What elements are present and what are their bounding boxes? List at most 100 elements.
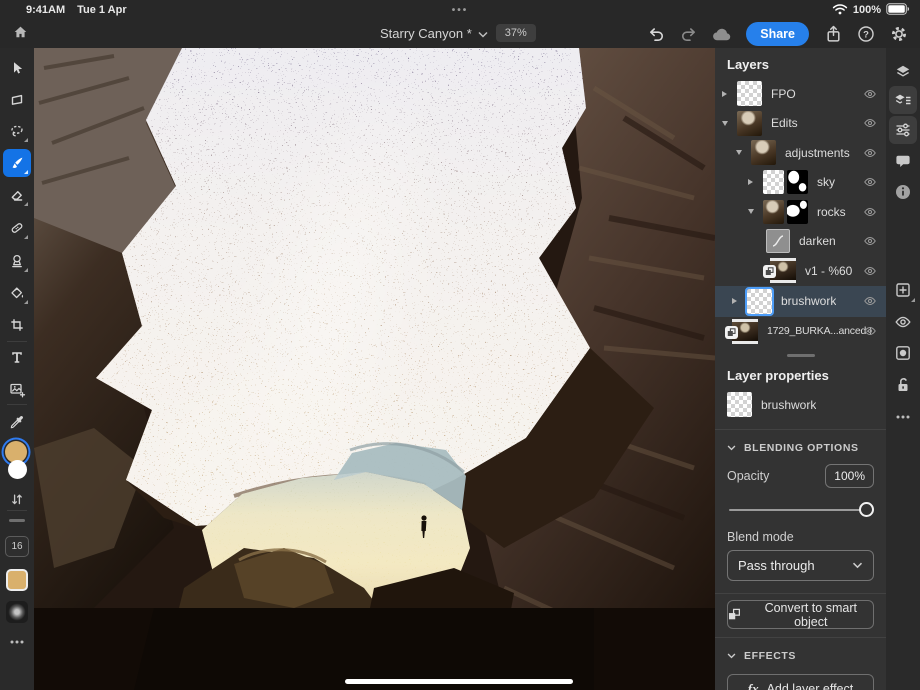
smart-object-badge-icon	[763, 265, 776, 278]
share-button[interactable]: Share	[746, 22, 809, 46]
layer-row-v1[interactable]: v1 - %60	[715, 256, 886, 286]
cloud-sync-icon[interactable]	[709, 22, 735, 46]
more-options-icon[interactable]	[889, 403, 917, 431]
comments-icon[interactable]	[889, 147, 917, 175]
move-tool[interactable]	[3, 54, 31, 82]
layer-row-rocks[interactable]: rocks	[715, 197, 886, 227]
opacity-slider[interactable]	[729, 502, 872, 518]
app-toolbar: Starry Canyon * 37% Share ?	[0, 20, 920, 48]
visibility-eye-icon[interactable]	[862, 323, 878, 339]
layer-row-adjustments[interactable]: adjustments	[715, 138, 886, 168]
layer-thumbnail	[727, 392, 752, 417]
brush-size-badge[interactable]: 16	[5, 536, 29, 557]
opacity-label: Opacity	[727, 469, 769, 483]
unlock-icon[interactable]	[889, 371, 917, 399]
visibility-eye-icon[interactable]	[862, 293, 878, 309]
place-photo-tool[interactable]	[3, 375, 31, 403]
eraser-tool[interactable]	[3, 181, 31, 209]
lasso-tool[interactable]	[3, 117, 31, 145]
help-button[interactable]: ?	[853, 22, 879, 46]
disclosure-collapsed-icon[interactable]	[748, 179, 758, 185]
opacity-value-field[interactable]: 100%	[825, 464, 874, 488]
add-layer-button[interactable]	[889, 276, 917, 304]
layer-mask-thumbnail	[787, 200, 808, 224]
undo-button[interactable]	[643, 22, 669, 46]
layers-panel-title: Layers	[715, 48, 886, 79]
layer-row-fpo[interactable]: FPO	[715, 79, 886, 109]
disclosure-collapsed-icon[interactable]	[722, 91, 732, 97]
starry-canyon-image	[34, 48, 715, 690]
eyedropper-tool[interactable]	[3, 408, 31, 436]
tool-rail: 16	[0, 48, 34, 690]
disclosure-expanded-icon[interactable]	[736, 150, 746, 155]
photoshop-ipad-app: 9:41AM Tue 1 Apr ••• 100% Starry Canyon …	[0, 0, 920, 690]
convert-to-smart-object-button[interactable]: Convert to smart object	[727, 600, 874, 629]
swap-colors-button[interactable]	[3, 485, 31, 513]
clone-stamp-tool[interactable]	[3, 247, 31, 275]
chevron-down-icon	[727, 445, 736, 451]
background-color-swatch[interactable]	[8, 460, 27, 479]
fx-icon: fx	[748, 681, 759, 690]
visibility-eye-icon[interactable]	[862, 145, 878, 161]
battery-percent: 100%	[853, 4, 881, 16]
crop-tool[interactable]	[3, 311, 31, 339]
visibility-eye-icon[interactable]	[862, 86, 878, 102]
blend-mode-dropdown[interactable]: Pass through	[727, 550, 874, 581]
smart-object-thumbnail	[732, 319, 758, 344]
type-tool[interactable]	[3, 343, 31, 371]
brush-tip-preview[interactable]	[6, 601, 28, 623]
disclosure-expanded-icon[interactable]	[748, 209, 758, 214]
visibility-eye-icon[interactable]	[862, 204, 878, 220]
layer-row-brushwork[interactable]: brushwork	[715, 286, 886, 317]
status-more-icon: •••	[0, 5, 920, 16]
disclosure-collapsed-icon[interactable]	[732, 298, 742, 304]
home-indicator[interactable]	[345, 679, 573, 684]
home-button[interactable]	[8, 23, 32, 45]
layer-row-1729[interactable]: 1729_BURKA...anced-NR33	[715, 317, 886, 347]
blending-options-header[interactable]: BLENDING OPTIONS	[715, 434, 886, 460]
home-icon	[12, 24, 29, 45]
redo-button[interactable]	[676, 22, 702, 46]
transform-tool[interactable]	[3, 86, 31, 114]
visibility-eye-icon[interactable]	[862, 115, 878, 131]
effects-header[interactable]: EFFECTS	[715, 642, 886, 668]
layer-mask-icon[interactable]	[889, 339, 917, 367]
battery-icon	[886, 3, 910, 18]
smart-object-icon	[728, 608, 741, 621]
add-layer-effect-button[interactable]: fx Add layer effect	[727, 674, 874, 690]
layers-panel: Layers FPO Edits adjustments sky	[715, 48, 886, 690]
layer-mask-thumbnail	[787, 170, 808, 194]
layer-properties-view-icon[interactable]	[889, 86, 917, 114]
visibility-eye-icon[interactable]	[862, 263, 878, 279]
smart-object-thumbnail	[770, 258, 796, 283]
healing-brush-tool[interactable]	[3, 214, 31, 242]
layer-row-sky[interactable]: sky	[715, 168, 886, 198]
opacity-slider-knob[interactable]	[859, 502, 874, 517]
layer-row-darken[interactable]: darken	[715, 227, 886, 257]
settings-gear-icon[interactable]	[886, 22, 912, 46]
visibility-eye-icon[interactable]	[862, 174, 878, 190]
adjustments-sliders-icon[interactable]	[889, 116, 917, 144]
document-title[interactable]: Starry Canyon *	[380, 26, 488, 41]
layer-properties-title: Layer properties	[715, 359, 886, 390]
export-icon[interactable]	[820, 22, 846, 46]
zoom-level-badge[interactable]: 37%	[496, 24, 536, 42]
visibility-eye-icon[interactable]	[862, 233, 878, 249]
panel-resize-handle[interactable]	[787, 354, 815, 357]
brush-color-swatch[interactable]	[6, 569, 28, 591]
tool-options-more-icon[interactable]	[3, 628, 31, 656]
layer-visibility-icon[interactable]	[889, 308, 917, 336]
chevron-down-icon	[478, 26, 488, 41]
selected-layer-thumbnail	[747, 289, 772, 314]
document-canvas[interactable]	[34, 48, 715, 690]
wifi-icon	[832, 3, 848, 18]
blend-mode-label: Blend mode	[715, 522, 886, 550]
brush-tool[interactable]	[3, 149, 31, 177]
layers-view-icon[interactable]	[889, 58, 917, 86]
toolbar-collapse-handle[interactable]	[9, 519, 25, 522]
fill-tool[interactable]	[3, 279, 31, 307]
opacity-slider-track	[729, 509, 872, 511]
layer-row-edits[interactable]: Edits	[715, 109, 886, 139]
disclosure-expanded-icon[interactable]	[722, 121, 732, 126]
info-icon[interactable]	[889, 178, 917, 206]
